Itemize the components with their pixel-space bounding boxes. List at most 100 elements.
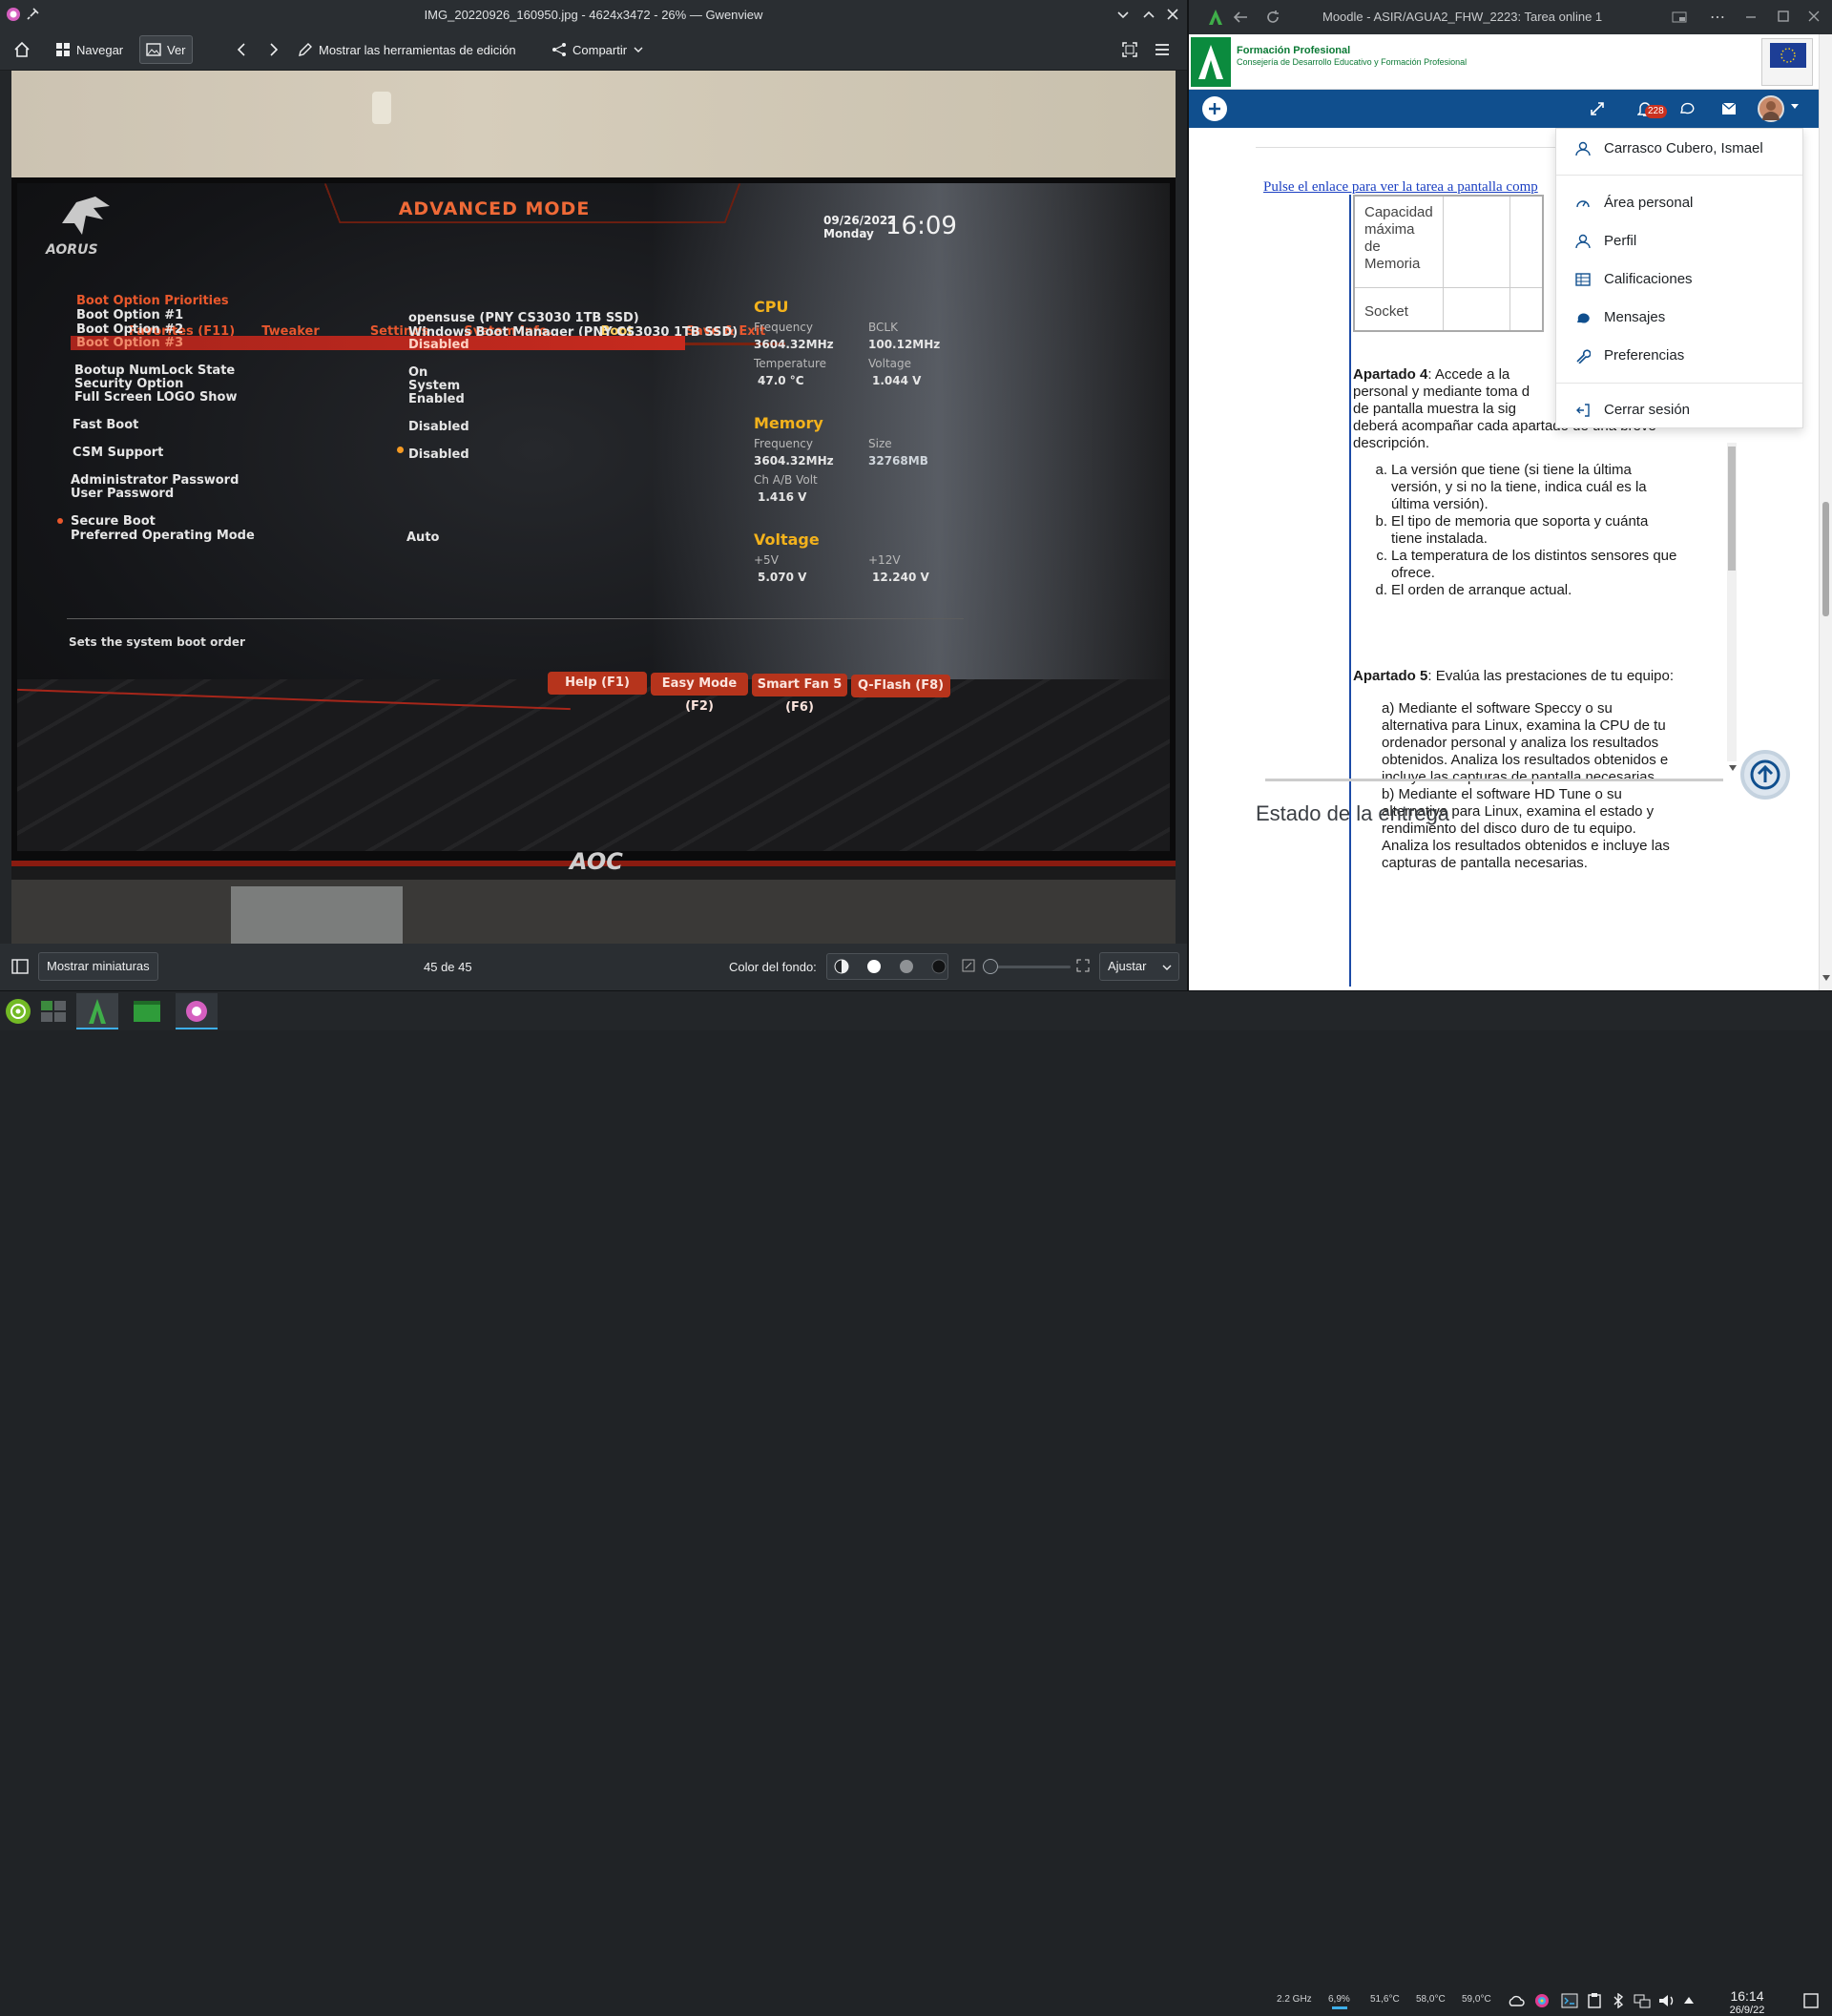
menu-perfil[interactable]: Perfil [1575, 233, 1636, 249]
pip-icon[interactable] [1672, 10, 1687, 25]
horizontal-scrollbar[interactable] [1265, 779, 1723, 781]
browser-minimize-icon[interactable] [1744, 10, 1758, 23]
bluetooth-icon[interactable] [1613, 1993, 1624, 2008]
pager-icon[interactable] [40, 999, 67, 1024]
maximize-icon[interactable] [1142, 8, 1155, 21]
clipboard-icon[interactable] [1588, 1993, 1601, 2008]
logo-label[interactable]: Full Screen LOGO Show [74, 390, 238, 405]
color-picker-icon[interactable] [1534, 1993, 1550, 2008]
logo-value[interactable]: Enabled [408, 392, 465, 406]
user-menu-caret-icon[interactable] [1790, 103, 1800, 111]
browser-scrollbar-thumb[interactable] [1822, 502, 1829, 616]
user-password-label[interactable]: User Password [71, 487, 174, 501]
easy-mode-f2-button[interactable]: Easy Mode (F2) [651, 673, 748, 714]
fullscreen-task-link[interactable]: Pulse el enlace para ver la tarea a pant… [1263, 179, 1538, 196]
photo-view[interactable]: AOC ADVANCED MODE AORUS 09/26/2022 Monda… [11, 71, 1176, 944]
show-desktop-icon[interactable] [1803, 1993, 1819, 2008]
boot-option-1-label[interactable]: Boot Option #1 [76, 308, 183, 322]
volume-icon[interactable] [1658, 1993, 1676, 2008]
list-item-text: El orden de arranque actual. [1391, 582, 1572, 598]
admin-password-label[interactable]: Administrator Password [71, 473, 239, 488]
black-bg-icon[interactable] [931, 959, 947, 974]
zoom-slider-handle[interactable] [983, 959, 998, 974]
preferred-os-value[interactable]: Auto [406, 530, 439, 545]
share-button[interactable]: Compartir [546, 35, 650, 64]
fast-boot-label[interactable]: Fast Boot [73, 418, 138, 432]
close-icon[interactable] [1166, 8, 1179, 21]
menu-cerrar-sesion[interactable]: Cerrar sesión [1575, 402, 1690, 418]
home-button[interactable] [8, 35, 36, 64]
add-button[interactable] [1202, 96, 1227, 121]
zoom-select[interactable]: Ajustar [1099, 952, 1179, 981]
edit-tools-button[interactable]: Mostrar las herramientas de edición [292, 35, 522, 64]
document-scrollbar[interactable] [1727, 443, 1737, 761]
tray-expand-icon[interactable] [1683, 1995, 1695, 2005]
auto-bg-icon[interactable] [834, 959, 849, 974]
back-icon[interactable] [1233, 10, 1248, 25]
browser-scroll-down-icon[interactable] [1822, 975, 1830, 981]
gray-bg-icon[interactable] [899, 959, 914, 974]
reload-icon[interactable] [1265, 10, 1280, 25]
menu-calificaciones[interactable]: Calificaciones [1575, 271, 1693, 287]
list-item-text: La temperatura de los distintos sensores… [1391, 548, 1677, 564]
document-scrollbar-thumb[interactable] [1728, 447, 1736, 571]
thumbnails-button[interactable]: Mostrar miniaturas [38, 952, 158, 981]
boot-option-2-label[interactable]: Boot Option #2 [76, 322, 183, 337]
aorus-logo [57, 195, 114, 244]
list-item-text: tiene instalada. [1391, 530, 1488, 547]
chat-icon[interactable] [1679, 101, 1695, 116]
fast-boot-value[interactable]: Disabled [408, 420, 469, 434]
sidebar-toggle-icon[interactable] [11, 958, 29, 975]
next-button[interactable] [261, 35, 286, 64]
taskbar-gwenview-button[interactable] [176, 993, 218, 1029]
menu-area-personal[interactable]: Área personal [1575, 195, 1693, 211]
help-f1-button[interactable]: Help (F1) [548, 672, 647, 695]
menu-button[interactable] [1149, 35, 1176, 64]
csm-label[interactable]: CSM Support [73, 446, 163, 460]
boot-option-3-value[interactable]: Disabled [408, 338, 469, 352]
qflash-f8-button[interactable]: Q-Flash (F8) [851, 675, 950, 697]
clock-date[interactable]: 26/9/22 [1723, 2005, 1771, 2016]
scroll-down-arrow-icon[interactable] [1729, 765, 1737, 771]
memory-size-label: Size [868, 437, 892, 450]
menu-mensajes[interactable]: Mensajes [1575, 309, 1665, 325]
opensuse-menu-icon[interactable] [6, 999, 31, 1024]
boot-option-1-value[interactable]: opensuse (PNY CS3030 1TB SSD) [408, 311, 639, 325]
menu-user-item[interactable]: Carrasco Cubero, Ismael [1575, 140, 1763, 156]
fullscreen-button[interactable] [1116, 35, 1143, 64]
mail-icon[interactable] [1721, 102, 1737, 115]
security-label[interactable]: Security Option [74, 377, 183, 391]
more-icon[interactable]: ⋯ [1710, 8, 1725, 27]
cpu-load-bar [1332, 2006, 1347, 2009]
white-bg-icon[interactable] [866, 959, 882, 974]
preferred-os-label[interactable]: Preferred Operating Mode [71, 529, 255, 543]
zoom-in-icon[interactable] [1076, 959, 1090, 972]
browser-maximize-icon[interactable] [1777, 10, 1790, 23]
csm-value[interactable]: Disabled [408, 447, 469, 462]
zoom-out-icon[interactable] [962, 959, 975, 972]
network-icon[interactable] [1634, 1993, 1651, 2008]
junta-logo-icon[interactable] [1191, 37, 1231, 87]
taskbar-terminal-button[interactable] [126, 993, 168, 1029]
browser-close-icon[interactable] [1807, 10, 1821, 23]
numlock-label[interactable]: Bootup NumLock State [74, 364, 235, 378]
console-icon[interactable] [1561, 1993, 1578, 2008]
security-value[interactable]: System [408, 379, 460, 393]
expand-icon[interactable] [1590, 101, 1605, 116]
clock-time[interactable]: 16:14 [1723, 1988, 1771, 2004]
menu-preferencias[interactable]: Preferencias [1575, 347, 1684, 364]
previous-button[interactable] [229, 35, 254, 64]
browser-scrollbar[interactable] [1819, 34, 1832, 990]
scroll-to-top-button[interactable] [1740, 750, 1790, 800]
zoom-value: Ajustar [1108, 959, 1147, 973]
ver-button[interactable]: Ver [139, 35, 193, 64]
user-avatar[interactable] [1758, 95, 1784, 122]
navegar-button[interactable]: Navegar [50, 35, 129, 64]
taskbar-browser-button[interactable] [76, 993, 118, 1029]
smart-fan-f6-button[interactable]: Smart Fan 5 (F6) [752, 674, 847, 715]
minimize-icon[interactable] [1116, 8, 1130, 21]
secure-boot-label[interactable]: Secure Boot [71, 514, 156, 529]
boot-option-3-label[interactable]: Boot Option #3 [76, 336, 183, 350]
cloud-icon[interactable] [1508, 1993, 1525, 2008]
numlock-value[interactable]: On [408, 365, 427, 380]
